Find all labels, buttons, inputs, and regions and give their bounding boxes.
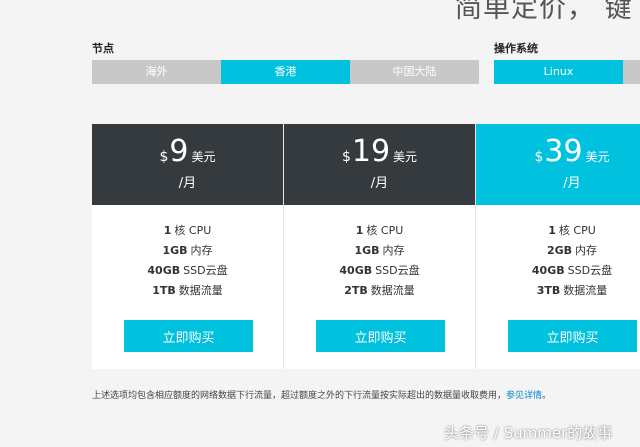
price-unit: 美元 bbox=[191, 150, 216, 164]
plan-specs: 1核 CPU 1GB 内存 40GB SSD云盘 2TB 数据流量 bbox=[284, 205, 475, 301]
price-amount: 9 bbox=[169, 134, 189, 169]
spec-memory: 2GB 内存 bbox=[546, 244, 598, 257]
price-period: /月 bbox=[370, 176, 389, 191]
node-section-label: 节点 bbox=[92, 42, 114, 55]
note-text: 上述选项均包含相应额度的网络数据下行流量，超过额度之外的下行流量按实际超出的数据… bbox=[92, 391, 507, 401]
node-selector: 海外 香港 中国大陆 bbox=[92, 60, 479, 84]
os-section-label: 操作系统 bbox=[494, 42, 538, 55]
pricing-note: 上述选项均包含相应额度的网络数据下行流量，超过额度之外的下行流量按实际超出的数据… bbox=[92, 388, 551, 401]
price-amount: 39 bbox=[544, 134, 583, 169]
os-option-linux[interactable]: Linux bbox=[494, 60, 623, 84]
os-selector: Linux bbox=[494, 60, 640, 84]
price-period: /月 bbox=[178, 176, 197, 191]
spec-cpu: 1核 CPU bbox=[355, 224, 404, 237]
plan-price: $ 39 美元 bbox=[476, 137, 640, 167]
plan-card-header: $ 39 美元 /月 bbox=[476, 124, 640, 205]
plan-specs: 1核 CPU 2GB 内存 40GB SSD云盘 3TB 数据流量 bbox=[476, 205, 640, 301]
buy-button[interactable]: 立即购买 bbox=[124, 320, 253, 352]
pricing-cards: $ 9 美元 /月 1核 CPU 1GB 内存 40GB SSD云盘 1TB 数据流量… bbox=[92, 124, 640, 369]
spec-traffic: 2TB 数据流量 bbox=[344, 284, 415, 297]
spec-cpu: 1核 CPU bbox=[163, 224, 212, 237]
os-option-next[interactable] bbox=[623, 60, 640, 84]
price-amount: 19 bbox=[351, 134, 391, 169]
node-option-hongkong[interactable]: 香港 bbox=[221, 60, 350, 84]
currency-symbol: $ bbox=[341, 149, 351, 165]
node-option-overseas[interactable]: 海外 bbox=[92, 60, 221, 84]
note-end: 。 bbox=[542, 391, 552, 401]
price-unit: 美元 bbox=[585, 150, 610, 164]
plan-price: $ 9 美元 bbox=[92, 137, 283, 167]
spec-cpu: 1核 CPU bbox=[548, 224, 596, 237]
currency-symbol: $ bbox=[534, 149, 544, 165]
details-link[interactable]: 参见详情 bbox=[506, 391, 542, 401]
plan-price: $ 19 美元 bbox=[284, 137, 475, 167]
plan-specs: 1核 CPU 1GB 内存 40GB SSD云盘 1TB 数据流量 bbox=[92, 205, 283, 301]
buy-button[interactable]: 立即购买 bbox=[316, 320, 445, 352]
spec-disk: 40GB SSD云盘 bbox=[531, 264, 613, 277]
price-unit: 美元 bbox=[393, 150, 418, 164]
price-period: /月 bbox=[563, 176, 581, 191]
plan-card-header: $ 19 美元 /月 bbox=[284, 124, 475, 205]
spec-traffic: 3TB 数据流量 bbox=[536, 284, 608, 297]
plan-card-premium: $ 39 美元 /月 1核 CPU 2GB 内存 40GB SSD云盘 3TB 数据流… bbox=[476, 124, 640, 369]
spec-memory: 1GB 内存 bbox=[354, 244, 405, 257]
node-option-mainland[interactable]: 中国大陆 bbox=[350, 60, 479, 84]
buy-button[interactable]: 立即购买 bbox=[508, 320, 637, 352]
plan-card-basic: $ 9 美元 /月 1核 CPU 1GB 内存 40GB SSD云盘 1TB 数据流量… bbox=[92, 124, 284, 369]
spec-disk: 40GB SSD云盘 bbox=[339, 264, 420, 277]
currency-symbol: $ bbox=[159, 149, 169, 165]
spec-disk: 40GB SSD云盘 bbox=[147, 264, 228, 277]
plan-card-header: $ 9 美元 /月 bbox=[92, 124, 283, 205]
spec-traffic: 1TB 数据流量 bbox=[152, 284, 223, 297]
plan-card-standard: $ 19 美元 /月 1核 CPU 1GB 内存 40GB SSD云盘 2TB 数据流… bbox=[284, 124, 476, 369]
page-headline: 简单定价， 键 bbox=[455, 0, 633, 24]
spec-memory: 1GB 内存 bbox=[162, 244, 213, 257]
watermark: 头条号 / Summer的故事 bbox=[444, 424, 613, 442]
